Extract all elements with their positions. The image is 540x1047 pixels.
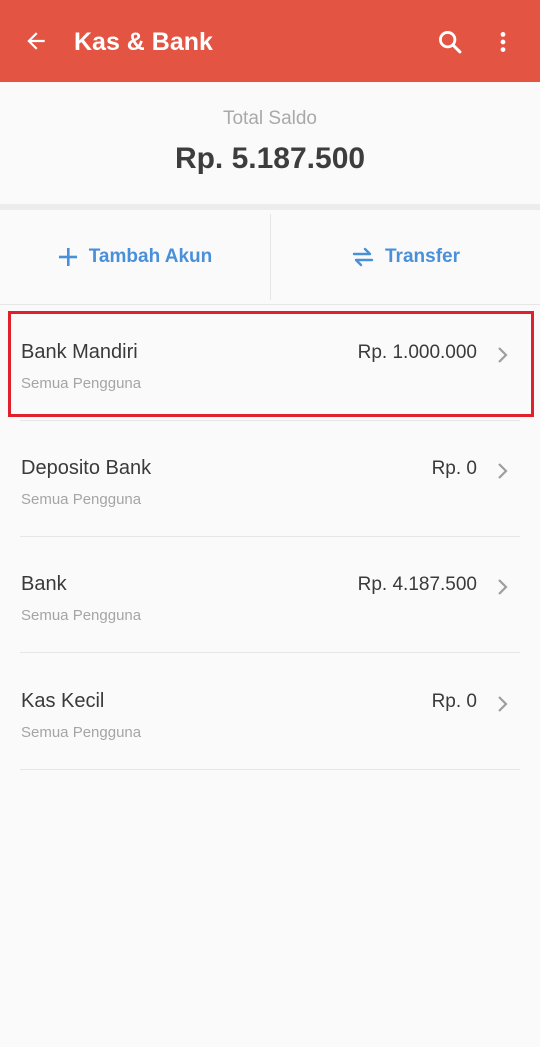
transfer-button[interactable]: Transfer bbox=[271, 210, 540, 304]
account-row-bank-mandiri[interactable]: Bank Mandiri Semua Pengguna Rp. 1.000.00… bbox=[0, 305, 540, 421]
account-name: Deposito Bank bbox=[21, 457, 152, 479]
more-vertical-icon bbox=[500, 32, 506, 52]
search-icon bbox=[439, 31, 462, 54]
account-balance: Rp. 1.000.000 bbox=[357, 342, 477, 363]
plus-icon bbox=[58, 248, 77, 266]
back-button[interactable] bbox=[22, 27, 50, 55]
app-bar: Kas & Bank bbox=[0, 0, 540, 82]
account-row-bank[interactable]: Bank Semua Pengguna Rp. 4.187.500 bbox=[0, 537, 540, 653]
page-title: Kas & Bank bbox=[74, 28, 213, 56]
account-access: Semua Pengguna bbox=[21, 491, 142, 508]
chevron-right-icon bbox=[498, 696, 508, 712]
account-name: Bank bbox=[21, 573, 67, 595]
row-divider bbox=[20, 652, 520, 653]
account-access: Semua Pengguna bbox=[21, 607, 142, 624]
transfer-icon bbox=[352, 247, 374, 267]
account-row-deposito-bank[interactable]: Deposito Bank Semua Pengguna Rp. 0 bbox=[0, 421, 540, 537]
arrow-left-icon bbox=[27, 32, 45, 50]
account-row-kas-kecil[interactable]: Kas Kecil Semua Pengguna Rp. 0 bbox=[0, 654, 540, 770]
account-access: Semua Pengguna bbox=[21, 375, 142, 392]
add-account-label: Tambah Akun bbox=[88, 246, 213, 267]
account-name: Kas Kecil bbox=[21, 690, 105, 712]
account-name: Bank Mandiri bbox=[21, 341, 138, 363]
action-bar: Tambah Akun Transfer bbox=[0, 210, 540, 305]
chevron-right-icon bbox=[498, 579, 508, 595]
balance-summary: Total Saldo Rp. 5.187.500 bbox=[0, 82, 540, 204]
total-balance-label: Total Saldo bbox=[222, 108, 317, 129]
add-account-button[interactable]: Tambah Akun bbox=[0, 210, 270, 304]
total-balance-value: Rp. 5.187.500 bbox=[174, 142, 366, 175]
account-balance: Rp. 4.187.500 bbox=[357, 574, 477, 595]
account-access: Semua Pengguna bbox=[21, 724, 142, 741]
row-divider bbox=[20, 769, 520, 770]
chevron-right-icon bbox=[498, 347, 508, 363]
transfer-label: Transfer bbox=[385, 246, 460, 267]
account-balance: Rp. 0 bbox=[431, 691, 477, 712]
chevron-right-icon bbox=[498, 463, 508, 479]
more-options-button[interactable] bbox=[490, 28, 516, 56]
account-balance: Rp. 0 bbox=[431, 458, 477, 479]
search-button[interactable] bbox=[436, 28, 464, 56]
